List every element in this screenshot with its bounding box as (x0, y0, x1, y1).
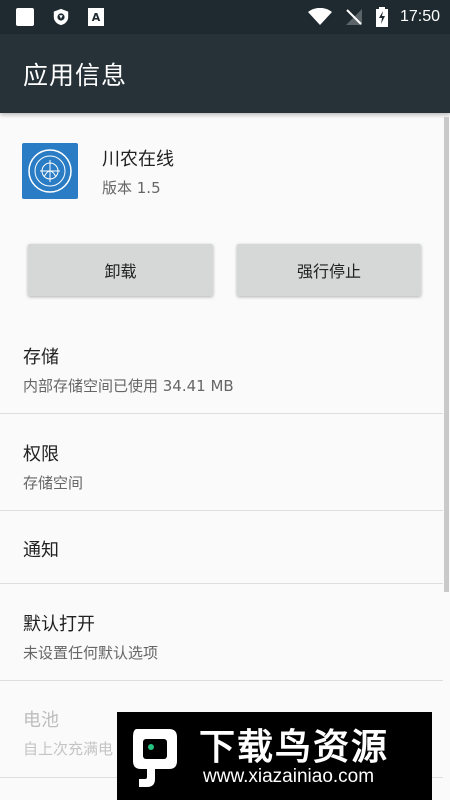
divider (0, 583, 443, 584)
status-time: 17:50 (399, 8, 440, 25)
scrollbar[interactable] (444, 117, 449, 592)
status-bar-right: 17:50 (307, 7, 440, 27)
app-logo-icon (22, 143, 78, 199)
app-texts: 川农在线 版本 1.5 (102, 145, 174, 198)
divider (0, 413, 443, 414)
list-item-permissions[interactable]: 权限 存储空间 (0, 440, 443, 493)
list-item-subtitle: 内部存储空间已使用 34.41 MB (23, 377, 234, 395)
list-item-notifications[interactable]: 通知 (0, 536, 443, 562)
list-item-open-by-default[interactable]: 默认打开 未设置任何默认选项 (0, 610, 443, 663)
list-item-title: 存储 (23, 347, 59, 368)
a-badge-icon: A (88, 8, 104, 26)
list-item-subtitle: 存储空间 (23, 474, 84, 492)
shield-icon (53, 8, 69, 26)
uninstall-button[interactable]: 卸载 (28, 244, 213, 296)
list-item-title: 默认打开 (23, 614, 95, 635)
app-name: 川农在线 (102, 148, 174, 170)
watermark-banner: 下载鸟资源 www.xiazainiao.com (117, 712, 432, 800)
university-seal-icon (28, 149, 72, 193)
watermark-url: www.xiazainiao.com (203, 766, 375, 787)
divider (0, 510, 443, 511)
status-bar: A 17:50 (0, 0, 450, 34)
no-signal-icon (345, 9, 362, 25)
app-info-screen: A 17:50 应用信息 川农在线 版本 1.5 卸载 强行停止 存储 内部存储… (0, 0, 450, 800)
battery-charging-icon (375, 7, 388, 27)
page-title: 应用信息 (23, 60, 128, 90)
list-item-title: 权限 (23, 444, 59, 465)
wifi-icon (307, 8, 332, 25)
list-item-storage[interactable]: 存储 内部存储空间已使用 34.41 MB (0, 343, 443, 396)
app-version: 版本 1.5 (102, 178, 161, 197)
bird-logo-icon (133, 729, 177, 787)
force-stop-button[interactable]: 强行停止 (237, 244, 421, 296)
app-bar: 应用信息 (0, 34, 450, 113)
notification-square-icon (16, 8, 34, 26)
watermark-title: 下载鸟资源 (199, 727, 390, 768)
status-bar-left: A (16, 8, 104, 26)
app-header: 川农在线 版本 1.5 (22, 143, 174, 199)
divider (0, 680, 443, 681)
list-item-subtitle: 未设置任何默认选项 (23, 644, 159, 662)
list-item-title: 通知 (23, 540, 59, 561)
